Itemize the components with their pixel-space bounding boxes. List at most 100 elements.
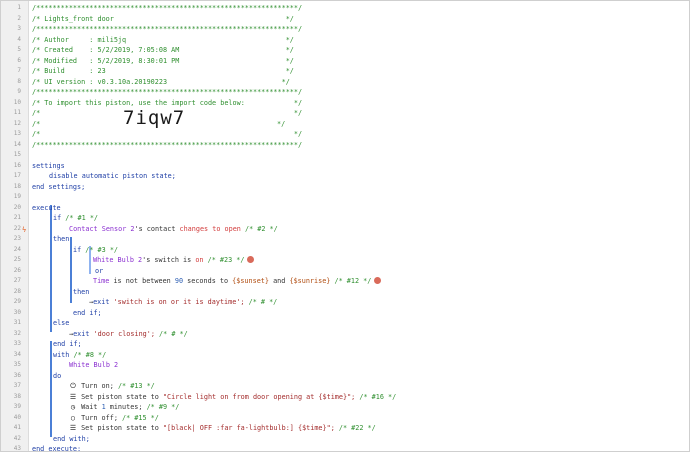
list-icon: ☰: [69, 392, 77, 401]
line-number: 22: [13, 224, 21, 232]
statement-id: /* #9 */: [146, 403, 180, 411]
line-number: 37: [13, 382, 21, 389]
wait-command[interactable]: Wait: [81, 403, 97, 411]
line-number: 36: [13, 371, 21, 379]
sunset-variable[interactable]: {$sunset}: [232, 277, 269, 285]
line-number: 1: [17, 4, 21, 11]
device-white-bulb[interactable]: White Bulb 2: [69, 360, 118, 371]
line-number: 43: [13, 445, 21, 452]
comparison-value[interactable]: on: [195, 256, 203, 264]
sunrise-variable[interactable]: {$sunrise}: [289, 277, 330, 285]
comment-empty: /* */: [32, 130, 303, 138]
line-number: 6: [17, 56, 21, 64]
comment-border: /***************************************…: [32, 4, 303, 12]
wait-duration[interactable]: 1: [102, 403, 106, 411]
turn-off-command[interactable]: Turn off;: [81, 414, 118, 422]
comparison-value[interactable]: open: [225, 225, 241, 233]
ui-version-line: /* UI version : v0.3.10a.20190223 */: [32, 77, 290, 86]
statement-id: /* #1 */: [65, 214, 99, 222]
with-keyword[interactable]: with: [53, 351, 69, 359]
comparison-operator[interactable]: is: [183, 256, 191, 264]
author-line: /* Author : mili5jq */: [32, 35, 294, 44]
created-line: /* Created : 5/2/2019, 7:05:08 AM */: [32, 46, 294, 54]
statement-id: /* # */: [248, 298, 278, 306]
comment-border: /***************************************…: [32, 25, 303, 33]
state-string[interactable]: "Circle light on from door opening at {$…: [163, 393, 355, 401]
then-keyword[interactable]: then: [73, 287, 89, 298]
device-white-bulb[interactable]: White Bulb 2: [93, 256, 142, 264]
line-number: 19: [13, 193, 21, 200]
exit-message[interactable]: 'switch is on or it is daytime';: [114, 298, 245, 306]
line-number: 25: [13, 256, 21, 263]
comparison-operator[interactable]: changes to: [180, 225, 221, 233]
statement-id: /* #16 */: [359, 392, 397, 401]
turn-on-command[interactable]: Turn on;: [81, 382, 114, 390]
line-number: 35: [13, 361, 21, 368]
list-icon: ☰: [69, 424, 77, 432]
comparison-operator[interactable]: is not between: [113, 277, 170, 285]
statement-id: /* #3 */: [85, 245, 119, 254]
line-number: 40: [13, 413, 21, 421]
set-state-command[interactable]: Set piston state to: [81, 393, 159, 401]
attribute-text: 's switch: [142, 256, 179, 264]
attribute-text: 's contact: [134, 224, 176, 233]
comment-close: */: [277, 119, 286, 128]
line-number: 10: [13, 98, 21, 106]
time-operand[interactable]: Time: [93, 277, 109, 285]
end-if-keyword[interactable]: end if;: [73, 308, 102, 319]
offset-value[interactable]: 90: [175, 277, 183, 285]
state-string[interactable]: "[black| OFF :far fa-lightbulb:] {$time}…: [163, 424, 335, 432]
line-number: 23: [13, 235, 21, 242]
line-number: 41: [13, 424, 21, 431]
clock-icon: ◷: [70, 403, 76, 411]
line-number: 39: [13, 403, 21, 410]
line-number: 42: [13, 434, 21, 442]
line-number: 38: [13, 392, 21, 400]
line-number: 20: [13, 203, 21, 211]
disable-piston-state[interactable]: disable automatic piston state;: [49, 171, 176, 182]
line-number: 27: [13, 277, 21, 284]
line-number: 4: [17, 35, 21, 43]
end-if-keyword[interactable]: end if;: [53, 339, 82, 350]
comment-open: /*: [32, 119, 41, 128]
modified-line: /* Modified : 5/2/2019, 8:30:01 PM */: [32, 56, 294, 65]
end-with-keyword[interactable]: end with;: [53, 434, 90, 445]
build-line: /* Build : 23 */: [32, 67, 294, 75]
end-execute-keyword[interactable]: end execute;: [32, 444, 81, 451]
set-state-command[interactable]: Set piston state to: [81, 424, 159, 432]
statement-id: /* #2 */: [244, 224, 278, 233]
line-number: 15: [13, 151, 21, 158]
line-number: 17: [13, 172, 21, 179]
line-number: 28: [13, 287, 21, 295]
line-number: 16: [13, 161, 21, 169]
remove-icon[interactable]: [374, 276, 382, 284]
comment-border: /***************************************…: [32, 140, 303, 149]
or-operator[interactable]: or: [95, 266, 103, 277]
remove-icon[interactable]: [247, 255, 255, 263]
comment-border: /***************************************…: [32, 88, 303, 96]
exit-keyword[interactable]: exit: [73, 330, 89, 338]
statement-id: /* #15 */: [122, 413, 159, 422]
power-icon: ⏻: [70, 382, 76, 390]
if-keyword[interactable]: if: [53, 214, 61, 222]
statement-id: /* #8 */: [73, 350, 107, 359]
else-keyword[interactable]: else: [53, 318, 69, 329]
then-keyword[interactable]: then: [53, 234, 69, 245]
line-number: 32: [13, 329, 21, 337]
line-number: 18: [13, 182, 21, 190]
settings-keyword[interactable]: settings: [32, 161, 65, 172]
device-contact-sensor[interactable]: Contact Sensor 2: [69, 225, 134, 233]
line-number: 34: [13, 350, 21, 358]
line-number: 5: [17, 46, 21, 53]
circle-icon: ○: [70, 413, 76, 422]
line-number: 13: [13, 130, 21, 137]
statement-id: /* # */: [159, 329, 188, 338]
exit-keyword[interactable]: exit: [93, 298, 109, 306]
if-keyword[interactable]: if: [73, 246, 81, 254]
execute-keyword[interactable]: execute: [32, 203, 61, 214]
exit-message[interactable]: 'door closing';: [94, 330, 155, 338]
end-settings-keyword[interactable]: end settings;: [32, 182, 85, 193]
line-number: 26: [13, 266, 21, 274]
do-keyword[interactable]: do: [53, 371, 61, 382]
line-number: 7: [17, 67, 21, 74]
